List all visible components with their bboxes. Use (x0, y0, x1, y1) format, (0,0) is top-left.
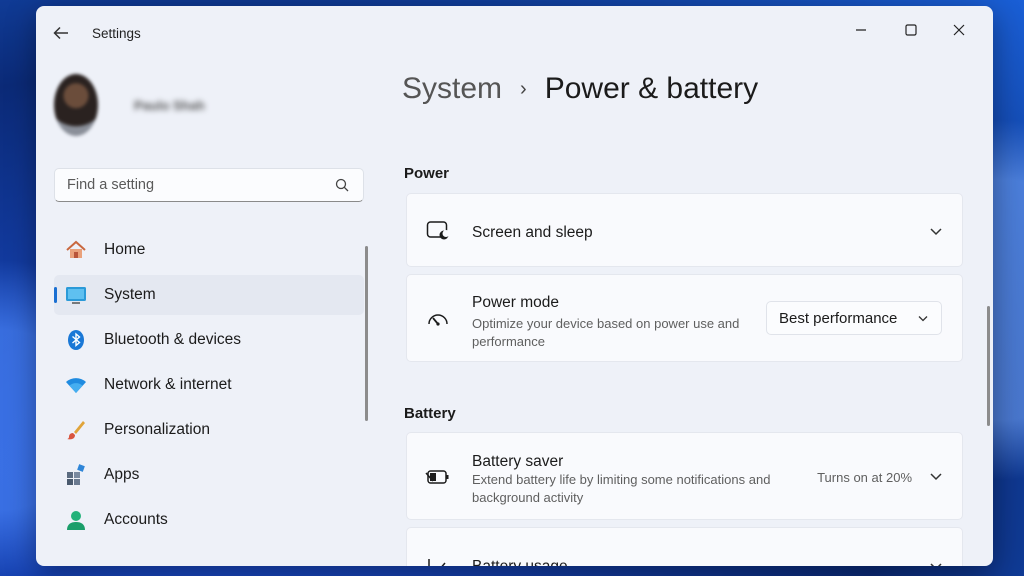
battery-saver-icon (425, 464, 451, 490)
section-battery-heading: Battery (404, 405, 456, 422)
sidebar-scrollbar[interactable] (365, 246, 368, 421)
sidebar-item-home[interactable]: Home (54, 230, 364, 270)
card-description: Extend battery life by limiting some not… (472, 472, 771, 505)
sidebar-item-apps[interactable]: Apps (54, 455, 364, 495)
sidebar-item-label: Network & internet (104, 376, 232, 393)
user-profile[interactable]: Paulo Shah (54, 74, 205, 136)
avatar (54, 74, 98, 136)
profile-name: Paulo Shah (134, 97, 205, 113)
title-bar: Settings (36, 6, 993, 56)
sidebar-item-bluetooth[interactable]: Bluetooth & devices (54, 320, 364, 360)
search-input[interactable] (65, 169, 329, 201)
card-title: Screen and sleep (472, 224, 593, 241)
sidebar-item-label: Bluetooth & devices (104, 331, 242, 348)
page-title: Power & battery (544, 72, 759, 105)
chevron-down-icon[interactable] (928, 558, 944, 566)
close-button[interactable] (939, 16, 979, 44)
sidebar-nav: Home System Bluetooth & devices Network … (54, 230, 364, 545)
card-description: Optimize your device based on power use … (472, 316, 740, 349)
brush-icon (64, 418, 88, 442)
breadcrumb: System › Power & battery (402, 72, 758, 106)
settings-window: Settings Paulo Shah Home Syst (36, 6, 993, 566)
sidebar-item-network[interactable]: Network & internet (54, 365, 364, 405)
apps-icon (64, 463, 88, 487)
main-scrollbar[interactable] (987, 306, 990, 426)
app-title: Settings (92, 26, 141, 41)
power-mode-dropdown[interactable]: Best performance (766, 301, 942, 335)
arrow-left-icon (53, 26, 68, 40)
home-icon (64, 238, 88, 262)
sidebar-item-personalization[interactable]: Personalization (54, 410, 364, 450)
sidebar-item-label: Personalization (104, 421, 210, 438)
card-title: Battery saver (472, 453, 564, 470)
minimize-button[interactable] (841, 16, 881, 44)
section-power-heading: Power (404, 165, 450, 182)
chevron-down-icon[interactable] (928, 223, 944, 239)
chevron-down-icon (918, 316, 928, 322)
card-title: Power mode (472, 294, 560, 311)
sidebar-item-system[interactable]: System (54, 275, 364, 315)
search-icon (335, 178, 349, 192)
search-box[interactable] (54, 168, 364, 202)
dropdown-selected-value: Best performance (779, 309, 898, 327)
sidebar-item-label: Accounts (104, 511, 168, 528)
battery-saver-status: Turns on at 20% (817, 470, 912, 485)
battery-saver-card[interactable]: Battery saver Extend battery life by lim… (406, 432, 963, 520)
chevron-down-icon[interactable] (928, 468, 944, 484)
maximize-icon (905, 24, 917, 36)
card-title: Battery usage (472, 558, 568, 566)
sidebar-item-accounts[interactable]: Accounts (54, 500, 364, 540)
battery-usage-icon (425, 554, 451, 566)
minimize-icon (856, 29, 866, 31)
screen-sleep-icon (425, 218, 451, 244)
battery-usage-card[interactable]: Battery usage (406, 527, 963, 566)
active-indicator (54, 287, 57, 303)
back-button[interactable] (52, 24, 74, 46)
power-mode-icon (425, 306, 451, 332)
breadcrumb-separator: › (520, 77, 527, 100)
screen-and-sleep-card[interactable]: Screen and sleep (406, 193, 963, 267)
system-icon (64, 283, 88, 307)
sidebar-item-label: Apps (104, 466, 140, 483)
maximize-button[interactable] (891, 16, 931, 44)
wifi-icon (64, 373, 88, 397)
close-icon (953, 24, 965, 36)
breadcrumb-parent[interactable]: System (402, 72, 502, 106)
sidebar-item-label: Home (104, 241, 146, 258)
bluetooth-icon (64, 328, 88, 352)
accounts-icon (64, 508, 88, 532)
power-mode-card: Power mode Optimize your device based on… (406, 274, 963, 362)
sidebar-item-label: System (104, 286, 156, 303)
